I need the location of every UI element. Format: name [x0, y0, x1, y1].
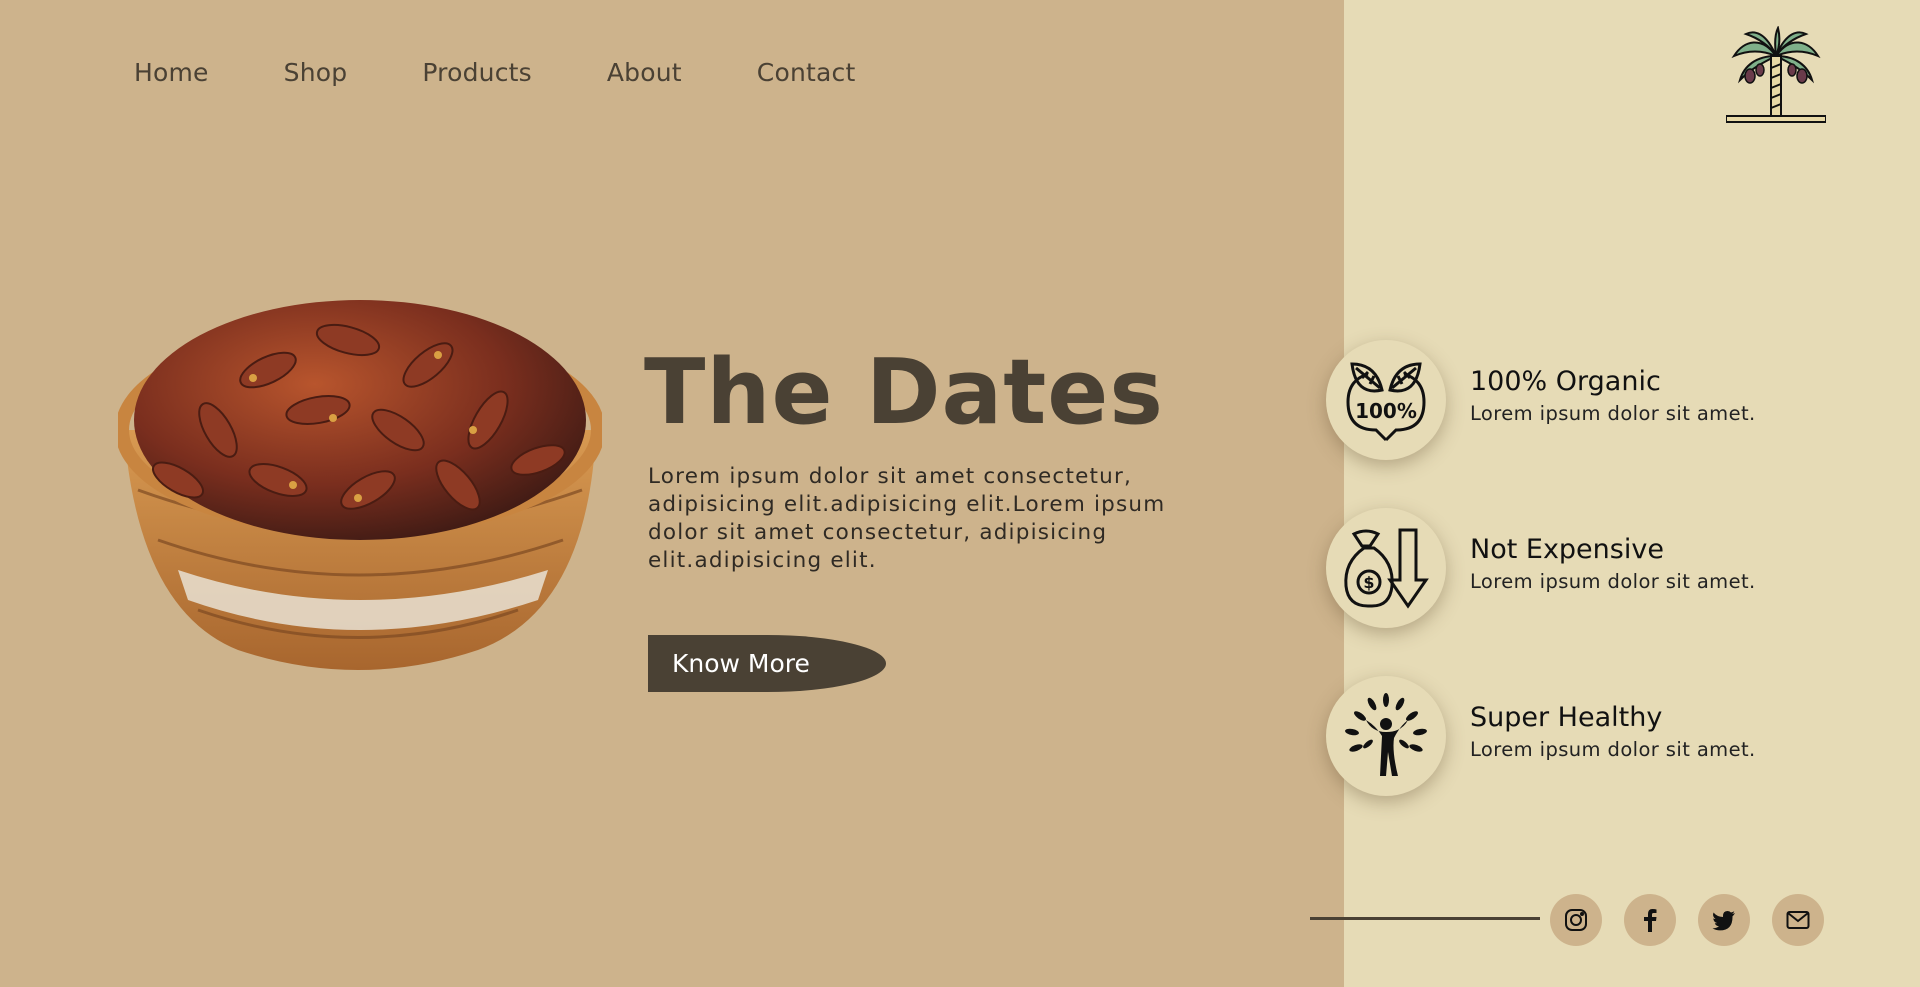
feature-description: Lorem ipsum dolor sit amet.	[1470, 738, 1756, 761]
svg-text:100%: 100%	[1355, 399, 1417, 423]
twitter-icon	[1712, 911, 1735, 931]
hero-title: The Dates	[644, 340, 1164, 445]
know-more-button[interactable]: Know More	[648, 635, 886, 692]
facebook-button[interactable]	[1624, 894, 1676, 946]
facebook-icon	[1644, 909, 1657, 932]
nav-about[interactable]: About	[607, 58, 682, 87]
money-bag-down-arrow-icon: $	[1326, 508, 1446, 628]
right-panel	[1344, 0, 1920, 987]
instagram-icon	[1565, 909, 1587, 931]
twitter-button[interactable]	[1698, 894, 1750, 946]
feature-super-healthy: Super Healthy Lorem ipsum dolor sit amet…	[1326, 676, 1796, 796]
email-icon	[1786, 911, 1810, 929]
hero-description: Lorem ipsum dolor sit amet consectetur, …	[648, 464, 1166, 573]
feature-title: Super Healthy	[1470, 702, 1663, 733]
feature-not-expensive: $ Not Expensive Lorem ipsum dolor sit am…	[1326, 508, 1796, 628]
feature-title: 100% Organic	[1470, 366, 1661, 397]
nav-contact[interactable]: Contact	[757, 58, 856, 87]
feature-title: Not Expensive	[1470, 534, 1664, 565]
main-nav: Home Shop Products About Contact	[134, 58, 930, 87]
feature-description: Lorem ipsum dolor sit amet.	[1470, 402, 1756, 425]
feature-organic: 100% 100% Organic Lorem ipsum dolor sit …	[1326, 340, 1796, 460]
nav-products[interactable]: Products	[422, 58, 532, 87]
social-divider	[1310, 917, 1540, 920]
date-palm-logo-icon[interactable]	[1725, 25, 1827, 126]
feature-description: Lorem ipsum dolor sit amet.	[1470, 570, 1756, 593]
dates-basket-image	[115, 270, 605, 690]
nav-shop[interactable]: Shop	[284, 58, 348, 87]
email-button[interactable]	[1772, 894, 1824, 946]
organic-100-icon: 100%	[1326, 340, 1446, 460]
instagram-button[interactable]	[1550, 894, 1602, 946]
healthy-person-tree-icon	[1326, 676, 1446, 796]
svg-text:$: $	[1363, 573, 1374, 592]
nav-home[interactable]: Home	[134, 58, 209, 87]
